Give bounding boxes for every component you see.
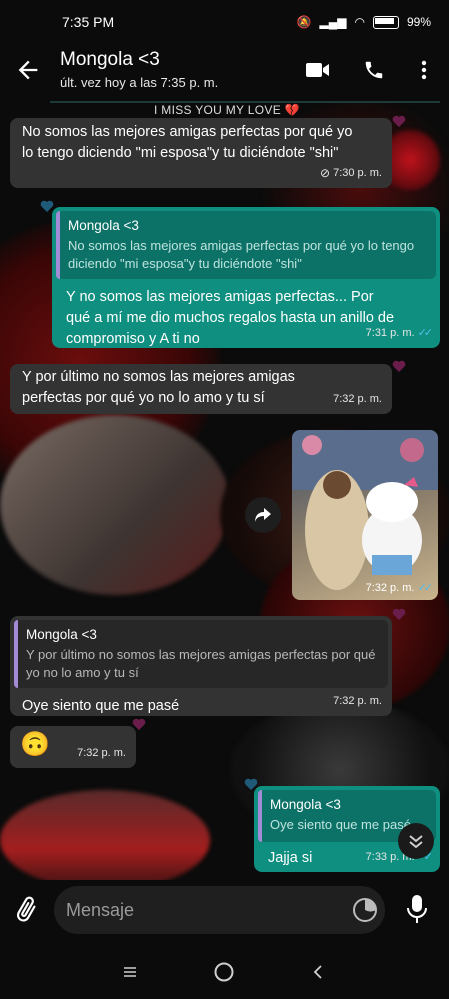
attachment-icon[interactable] <box>14 896 42 926</box>
message-text: Y por último no somos las mejores amigas… <box>22 369 295 406</box>
message-text: No somos las mejores amigas perfectas po… <box>22 124 353 161</box>
recent-apps-icon[interactable] <box>118 960 142 984</box>
read-ticks-icon: ✓✓ <box>417 327 434 339</box>
message-time: 7:32 p. m. <box>333 393 382 405</box>
last-seen: últ. vez hoy a las 7:35 p. m. <box>60 75 219 90</box>
forward-button[interactable] <box>245 497 281 533</box>
message-incoming[interactable]: Mongola <3 Y por último no somos las mej… <box>10 616 392 716</box>
message-text: Oye siento que me pasé <box>22 698 180 714</box>
phone-call-icon[interactable] <box>358 54 390 86</box>
message-time: 7:31 p. m. <box>365 327 415 339</box>
contact-name[interactable]: Mongola <3 <box>60 49 160 71</box>
message-input[interactable] <box>54 886 385 934</box>
message-time: 7:32 p. m. <box>77 747 126 759</box>
read-ticks-icon: ✓✓ <box>417 582 434 594</box>
blocked-icon: ⊘ <box>320 166 331 180</box>
quoted-reply[interactable]: Mongola <3 No somos las mejores amigas p… <box>56 211 436 279</box>
heart-reaction-icon <box>392 360 406 372</box>
quote-text: No somos las mejores amigas perfectas po… <box>68 238 415 271</box>
heart-reaction-icon <box>392 115 406 127</box>
quote-author: Mongola <3 <box>26 627 97 642</box>
heart-reaction-icon <box>392 608 406 620</box>
system-navigation-bar <box>0 942 449 999</box>
image-message[interactable]: 7:32 p. m. ✓✓ <box>292 430 438 600</box>
home-icon[interactable] <box>212 960 236 984</box>
quote-author: Mongola <3 <box>68 218 139 233</box>
back-nav-icon[interactable] <box>306 960 330 984</box>
scroll-to-bottom-button[interactable] <box>398 823 434 859</box>
message-incoming[interactable]: No somos las mejores amigas perfectas po… <box>10 118 392 188</box>
status-icons: 🔕 ▂▄▆ ◠ 99% <box>297 15 431 29</box>
status-bar: 7:35 PM 🔕 ▂▄▆ ◠ 99% <box>0 0 449 44</box>
message-outgoing[interactable]: Mongola <3 No somos las mejores amigas p… <box>52 207 440 348</box>
photo-content <box>292 430 438 590</box>
message-time: 7:32 p. m. <box>333 695 382 707</box>
video-call-icon[interactable] <box>302 54 334 86</box>
quoted-reply[interactable]: Mongola <3 Y por último no somos las mej… <box>14 620 388 688</box>
quote-author: Mongola <3 <box>270 797 341 812</box>
message-incoming[interactable]: 🙃 7:32 p. m. <box>10 726 136 768</box>
signal-icon: ▂▄▆ <box>319 15 347 29</box>
chat-header: Mongola <3 últ. vez hoy a las 7:35 p. m. <box>0 44 449 100</box>
more-options-icon[interactable] <box>408 54 440 86</box>
sticker-icon[interactable] <box>352 897 378 923</box>
battery-icon <box>372 15 399 29</box>
double-chevron-down-icon <box>409 835 423 849</box>
status-time: 7:35 PM <box>62 14 115 30</box>
battery-level: 99% <box>406 15 431 29</box>
message-incoming[interactable]: Y por último no somos las mejores amigas… <box>10 364 392 414</box>
microphone-icon[interactable] <box>406 894 434 926</box>
composer-bar <box>0 880 449 942</box>
wifi-icon: ◠ <box>354 15 365 29</box>
message-time: 7:30 p. m. <box>333 167 382 179</box>
message-time: 7:32 p. m. <box>365 582 415 594</box>
back-arrow-icon[interactable] <box>14 56 42 84</box>
quote-text: Y por último no somos las mejores amigas… <box>26 647 376 680</box>
wallpaper-caption: I MISS YOU MY LOVE 💔 <box>154 103 300 117</box>
mute-icon: 🔕 <box>296 15 312 29</box>
